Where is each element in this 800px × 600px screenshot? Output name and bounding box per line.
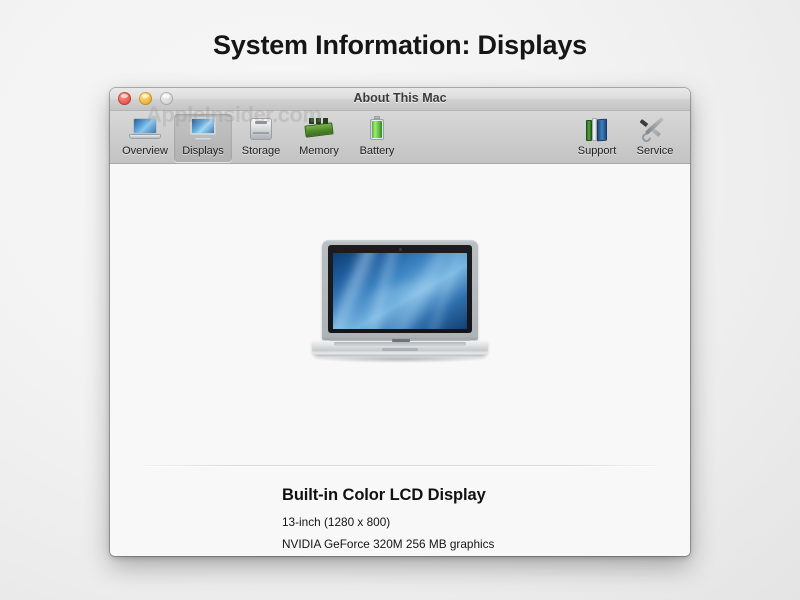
- toolbar-item-battery[interactable]: Battery: [348, 114, 406, 162]
- webcam-icon: [399, 248, 402, 251]
- display-artwork: [110, 216, 690, 386]
- display-icon: [187, 116, 219, 144]
- macbook-screen-wallpaper: [333, 253, 467, 329]
- macbook-latch-notch: [392, 339, 410, 342]
- about-this-mac-window: About This Mac AppleInsider.com Overview…: [110, 88, 690, 556]
- toolbar-item-service-label: Service: [637, 145, 674, 157]
- window-title: About This Mac: [110, 91, 690, 105]
- toolbar-item-displays-label: Displays: [182, 145, 224, 157]
- laptop-icon: [129, 116, 161, 144]
- toolbar-item-overview[interactable]: Overview: [116, 114, 174, 162]
- toolbar-item-service[interactable]: Service: [626, 114, 684, 162]
- macbook-trackpad: [382, 348, 418, 351]
- toolbar-item-battery-label: Battery: [360, 145, 395, 157]
- toolbar-item-memory[interactable]: Memory: [290, 114, 348, 162]
- window-toolbar: Overview Displays Storage: [110, 111, 690, 164]
- toolbar-item-storage[interactable]: Storage: [232, 114, 290, 162]
- display-info-block: Built-in Color LCD Display 13-inch (1280…: [282, 486, 494, 556]
- battery-icon: [361, 116, 393, 144]
- display-graphics: NVIDIA GeForce 320M 256 MB graphics: [282, 537, 494, 551]
- macbook-bezel: [328, 245, 472, 333]
- macbook-keyboard: [334, 342, 466, 346]
- toolbar-left-group: Overview Displays Storage: [116, 114, 406, 162]
- window-titlebar[interactable]: About This Mac: [110, 88, 690, 111]
- hard-drive-icon: [245, 116, 277, 144]
- toolbar-item-storage-label: Storage: [242, 145, 281, 157]
- macbook-lid: [322, 240, 478, 340]
- content-separator: [142, 465, 658, 466]
- tools-icon: [639, 116, 671, 144]
- toolbar-item-overview-label: Overview: [122, 145, 168, 157]
- display-name: Built-in Color LCD Display: [282, 486, 494, 505]
- display-size-resolution: 13-inch (1280 x 800): [282, 515, 494, 529]
- toolbar-item-displays[interactable]: Displays: [174, 114, 232, 162]
- toolbar-item-memory-label: Memory: [299, 145, 339, 157]
- macbook-illustration: [312, 240, 488, 362]
- toolbar-right-group: Support Service: [568, 114, 684, 162]
- window-content: Built-in Color LCD Display 13-inch (1280…: [110, 164, 690, 556]
- books-icon: [581, 116, 613, 144]
- page-title: System Information: Displays: [0, 30, 800, 61]
- memory-stick-icon: [303, 116, 335, 144]
- macbook-shadow: [320, 356, 480, 363]
- toolbar-item-support-label: Support: [578, 145, 617, 157]
- toolbar-item-support[interactable]: Support: [568, 114, 626, 162]
